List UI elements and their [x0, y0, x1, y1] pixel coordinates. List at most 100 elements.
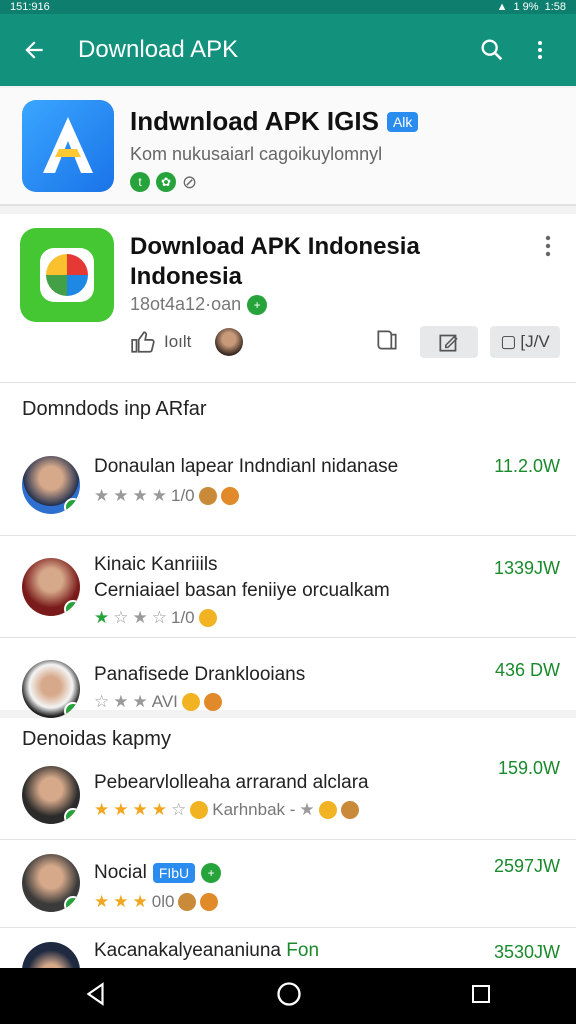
item-tag: Fon — [286, 940, 320, 961]
card-more-button[interactable] — [538, 234, 558, 263]
star-icon: ★ — [299, 800, 315, 819]
star-icon: ★ — [151, 800, 167, 819]
item-title: Kacanakalyeananiuna — [94, 940, 281, 961]
rating: ★ ★ ★ 0l0 — [94, 892, 219, 912]
book-button[interactable] — [374, 327, 400, 358]
star-icon: ☆ — [113, 608, 129, 627]
emoji-icon — [340, 801, 359, 819]
item-value: 159.0W — [497, 758, 560, 778]
emoji-icon — [190, 801, 209, 819]
install-chip-label: [J/V — [520, 332, 550, 351]
featured-app-tag: Alk — [386, 111, 419, 132]
nav-home-button[interactable] — [275, 980, 303, 1013]
edit-icon — [439, 334, 458, 352]
page-title: Download APK — [78, 36, 239, 63]
rating: ★ ★ ★ ★ 1/0 — [94, 486, 239, 506]
item-value: 3530JW — [493, 942, 560, 962]
item-title-row: Nocial FIbU + — [94, 862, 222, 884]
emoji-icon — [220, 487, 239, 505]
edit-chip[interactable] — [420, 326, 478, 358]
section-header: Denoidas kapmy — [22, 728, 171, 750]
second-list-card: Denoidas kapmy Pebearvlolleaha arrarand … — [0, 718, 576, 1000]
system-nav-bar — [0, 968, 576, 1024]
item-value: 11.2.0W — [494, 456, 560, 476]
emoji-icon — [181, 693, 200, 711]
back-button[interactable] — [16, 32, 52, 68]
triangle-back-icon — [86, 981, 104, 1006]
featured-app-badges: t ✿ ⊘ — [130, 172, 197, 193]
avatar — [22, 660, 80, 718]
divider — [0, 382, 576, 383]
search-icon — [481, 39, 503, 61]
download-list: Donaulan lapear Indndianl nidanase ★ ★ ★… — [0, 434, 576, 740]
avatar — [22, 766, 80, 824]
avatar[interactable] — [215, 328, 244, 356]
app-meta: 18ot4a12·oan + — [130, 294, 268, 315]
featured-app-name: Indwnload APK IGIS — [130, 106, 379, 136]
verified-badge-icon — [64, 808, 80, 824]
like-button[interactable]: Ioılt — [130, 329, 191, 355]
star-icon: ★ — [94, 486, 110, 505]
thumbs-up-icon — [131, 331, 155, 353]
signal-icon: ▲ — [496, 1, 508, 13]
star-icon: ★ — [132, 692, 148, 711]
list-item[interactable]: Donaulan lapear Indndianl nidanase ★ ★ ★… — [0, 434, 576, 536]
more-vert-icon — [545, 235, 551, 257]
star-icon: ★ — [132, 892, 148, 911]
emoji-icon — [203, 693, 222, 711]
verified-icon: t — [130, 172, 150, 192]
emoji-icon — [200, 893, 219, 911]
app-title-line1: Download APK Indonesia — [130, 233, 420, 260]
star-icon: ★ — [94, 892, 110, 911]
star-icon: ★ — [113, 692, 129, 711]
star-icon: ★ — [94, 800, 110, 819]
list-item[interactable]: Kinaic Kanriiils Cerniaiael basan feniiy… — [0, 536, 576, 638]
item-title: Donaulan lapear Indndianl nidanase — [94, 456, 399, 477]
like-label: Ioılt — [164, 332, 192, 351]
rating-text: 1/0 — [171, 608, 195, 627]
item-title: Pebearvlolleaha arrarand alclara — [94, 772, 369, 793]
emoji-icon — [198, 609, 217, 627]
section-header: Domndods inp ARfar — [22, 398, 207, 420]
emoji-icon — [318, 801, 337, 819]
nav-recents-button[interactable] — [469, 982, 493, 1011]
star-icon: ★ — [113, 892, 129, 911]
avatar — [22, 456, 80, 514]
item-tag: FIbU — [152, 863, 196, 883]
app-action-row: Ioılt ▢ [J/V — [130, 324, 560, 360]
avatar — [22, 558, 80, 616]
rating-text: 0l0 — [151, 892, 175, 911]
battery-text: 1 9% — [513, 1, 539, 13]
app-a-icon — [22, 100, 114, 192]
status-bar: 151:916 ▲ 1 9% 1:58 — [0, 0, 576, 14]
star-icon: ★ — [151, 486, 167, 505]
featured-app-subtitle: Kom nukusaiarl cagoikuylomnyl — [130, 144, 383, 164]
install-chip[interactable]: ▢ [J/V — [490, 326, 560, 358]
status-left-text: 151:916 — [10, 1, 50, 13]
more-options-button[interactable] — [520, 30, 560, 70]
plus-icon: + — [247, 294, 268, 315]
featured-app-title: Indwnload APK IGIS Alk — [130, 106, 419, 137]
item-title: Nocial — [94, 862, 147, 883]
circle-home-icon — [277, 981, 301, 1006]
featured-app-card[interactable]: Indwnload APK IGIS Alk Kom nukusaiarl ca… — [0, 88, 576, 206]
verified-badge-icon — [64, 896, 80, 912]
app-meta-text: 18ot4a12·oan — [130, 294, 242, 314]
verified-badge-icon — [64, 600, 80, 616]
star-icon: ★ — [132, 608, 148, 627]
verified-badge-icon — [64, 498, 80, 514]
app-title-line2: Indonesia — [130, 263, 243, 290]
list-item[interactable]: Pebearvlolleaha arrarand alclara ★ ★ ★ ★… — [0, 754, 576, 840]
rating-text: 1/0 — [171, 486, 195, 505]
item-title: Panafisede Dranklooians — [94, 664, 306, 685]
star-icon: ★ — [94, 608, 110, 627]
rating: ★ ☆ ★ ☆ 1/0 — [94, 608, 217, 628]
rating-text: Karhnbak - — [212, 800, 296, 819]
verified-badge-icon — [64, 702, 80, 718]
nav-back-button[interactable] — [83, 981, 109, 1012]
list-item[interactable]: Nocial FIbU + ★ ★ ★ 0l0 2597JW — [0, 840, 576, 928]
search-button[interactable] — [472, 30, 512, 70]
item-value: 2597JW — [493, 856, 560, 876]
status-time: 1:58 — [544, 1, 566, 13]
item-value: 436 DW — [494, 660, 560, 680]
